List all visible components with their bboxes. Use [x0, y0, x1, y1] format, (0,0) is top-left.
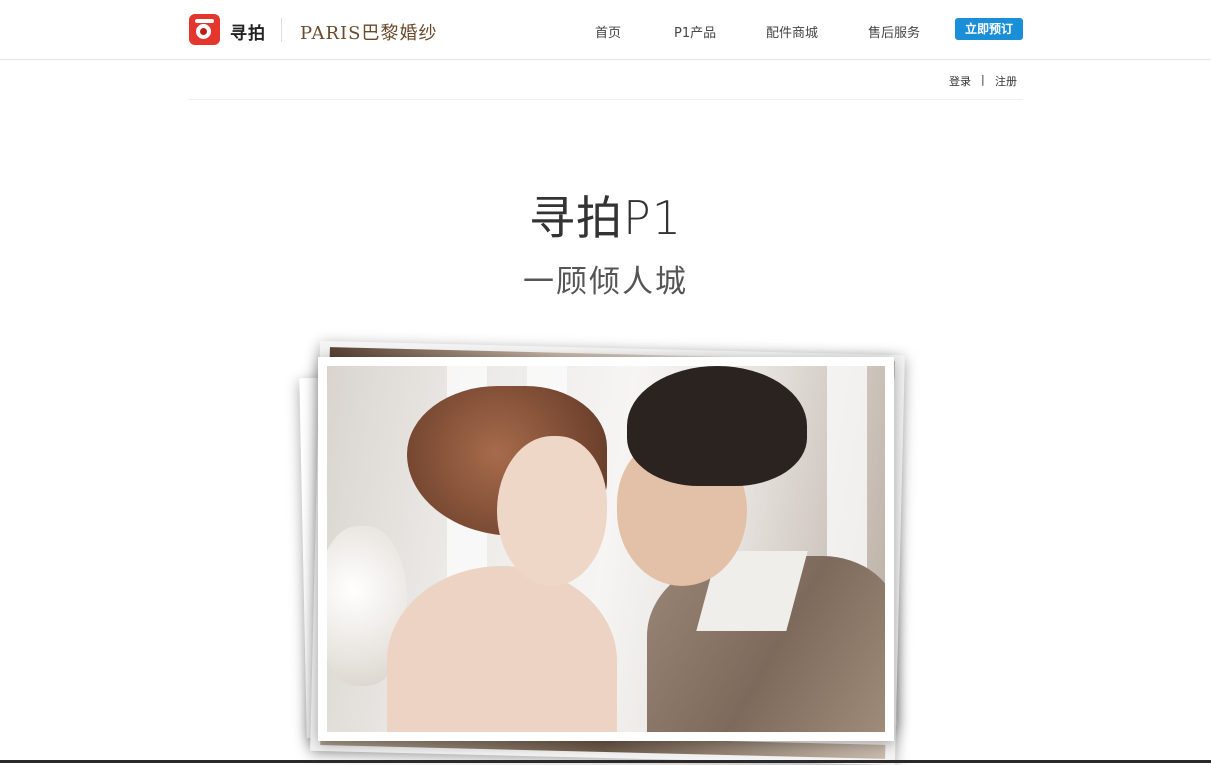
nav-after-sales[interactable]: 售后服务 — [868, 22, 920, 41]
partner-logo[interactable]: PARIS巴黎婚纱 — [300, 19, 437, 45]
hero-subtitle: 一顾倾人城 — [523, 264, 688, 300]
register-link[interactable]: 注册 — [995, 73, 1017, 89]
login-link[interactable]: 登录 — [949, 73, 971, 89]
photo-card-front — [318, 357, 894, 741]
camera-logo-icon[interactable] — [189, 14, 220, 45]
nav-p1-product[interactable]: P1产品 — [674, 22, 716, 41]
nav-accessory-store[interactable]: 配件商城 — [766, 22, 818, 41]
auth-separator: | — [981, 73, 985, 86]
wedding-couple-photo — [327, 366, 885, 732]
brand-name[interactable]: 寻拍 — [230, 19, 266, 44]
hero-title: 寻拍P1 — [528, 191, 682, 245]
divider-line — [188, 99, 1023, 100]
book-now-button[interactable]: 立即预订 — [955, 18, 1023, 40]
top-navigation-bar: 寻拍 PARIS巴黎婚纱 首页 P1产品 配件商城 售后服务 立即预订 — [0, 0, 1211, 60]
nav-home[interactable]: 首页 — [595, 22, 621, 41]
logo-divider — [281, 18, 282, 42]
photo-stack — [299, 340, 910, 765]
